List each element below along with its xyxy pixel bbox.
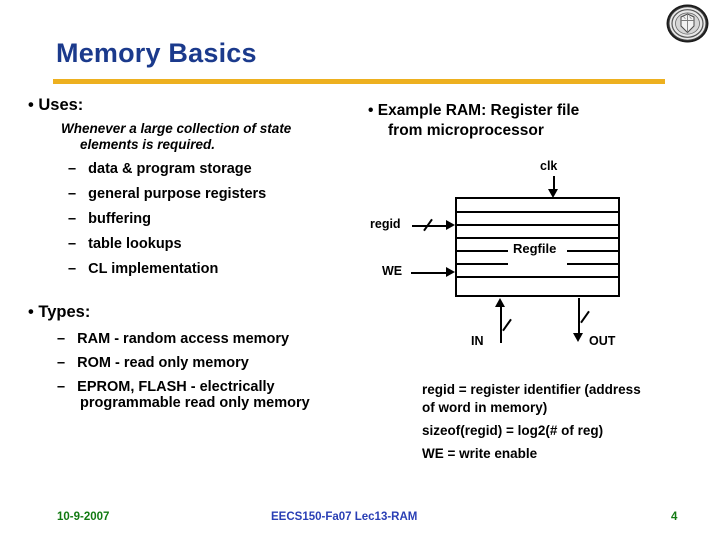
bullet-uses: • Uses: [28,96,84,114]
regfile-row-line-4-right [567,250,618,252]
we-arrow-icon [446,267,455,277]
uc-berkeley-seal-icon [663,3,712,44]
out-bus-slash-icon [580,310,590,324]
regfile-row-line-6 [457,276,618,278]
slide-canvas: Memory Basics • Uses: Whenever a large c… [0,0,720,540]
legend-line-4: WE = write enable [422,446,538,461]
regfile-row-line-5-right [567,263,618,265]
regfile-row-line-5-left [457,263,508,265]
footer-page-number: 4 [671,511,678,523]
we-label: WE [382,264,403,278]
in-bus-slash-icon [502,318,512,332]
legend-line-3: sizeof(regid) = log2(# of reg) [422,423,604,438]
clk-wire [553,176,555,190]
regfile-row-line-3 [457,237,618,239]
title-divider [53,79,665,84]
uses-item-0: – data & program storage [68,161,252,177]
regfile-label: Regfile [513,241,557,256]
out-wire [578,298,580,334]
types-item-2-cont: programmable read only memory [80,395,310,411]
uses-note-line-2: elements is required. [80,137,216,152]
clk-label: clk [540,159,558,173]
uses-note-line-1: Whenever a large collection of state [61,121,292,136]
in-label: IN [471,334,484,348]
regfile-row-line-4-left [457,250,508,252]
we-wire [411,272,448,274]
regid-arrow-icon [446,220,455,230]
out-label: OUT [589,334,616,348]
types-item-1: – ROM - read only memory [57,355,249,371]
uses-item-1: – general purpose registers [68,186,267,202]
uses-item-4: – CL implementation [68,261,219,277]
out-arrow-icon [573,333,583,342]
regfile-row-line-2 [457,224,618,226]
footer-course: EECS150-Fa07 Lec13-RAM [271,511,418,523]
bullet-types: • Types: [28,303,91,321]
regid-label: regid [370,217,401,231]
legend-line-1: regid = register identifier (address [422,382,641,397]
types-item-0: – RAM - random access memory [57,331,290,347]
example-heading-line-2: from microprocessor [388,122,544,139]
in-arrow-icon [495,298,505,307]
regfile-row-line-1 [457,211,618,213]
in-wire [500,305,502,343]
page-title: Memory Basics [56,38,257,68]
regid-wire [412,225,448,227]
uses-item-3: – table lookups [68,236,182,252]
footer-date: 10-9-2007 [57,511,110,523]
uses-item-2: – buffering [68,211,151,227]
types-item-2: – EPROM, FLASH - electrically [57,379,275,395]
legend-line-2: of word in memory) [422,400,548,415]
example-heading-line-1: • Example RAM: Register file [368,102,580,119]
